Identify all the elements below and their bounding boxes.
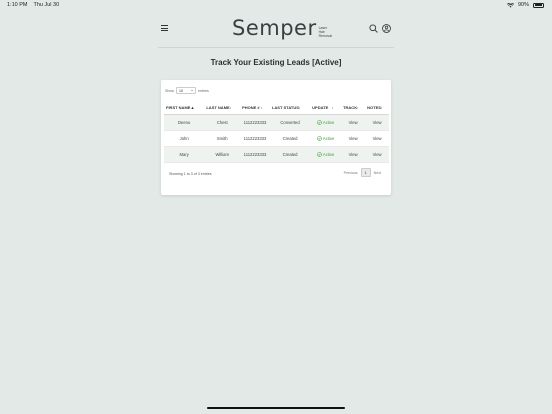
- status-bar: 1:10 PM Thu Jul 30 90%: [0, 0, 552, 12]
- col-last-name[interactable]: LAST NAME:: [204, 102, 241, 115]
- cell-first-name: Mary: [164, 146, 205, 163]
- notes-view-link[interactable]: View: [365, 130, 389, 147]
- next-button[interactable]: Next: [374, 171, 381, 175]
- track-view-link[interactable]: View: [341, 146, 366, 163]
- home-indicator[interactable]: [207, 407, 345, 409]
- search-icon[interactable]: [369, 24, 378, 33]
- cell-phone: 1112223333: [240, 146, 270, 163]
- page-title: Track Your Existing Leads [Active]: [210, 58, 342, 67]
- col-first-name[interactable]: FIRST NAME▲: [164, 102, 205, 115]
- battery-percent: 90%: [517, 2, 529, 8]
- check-circle-icon: [317, 135, 322, 141]
- table-header-row: FIRST NAME▲ LAST NAME: PHONE # : LAST ST…: [164, 102, 389, 115]
- cell-update[interactable]: Active: [310, 114, 342, 131]
- notes-view-link[interactable]: View: [365, 114, 389, 131]
- cell-status: Created: [269, 130, 311, 147]
- col-track[interactable]: TRACK:: [341, 102, 366, 115]
- entries-control: Show 10 entries: [165, 87, 209, 94]
- table-row: Mary William 1112223333 Created Active V…: [164, 146, 389, 163]
- table-row: Deenu Chest 1112223333 Converted Active …: [164, 114, 389, 131]
- col-phone[interactable]: PHONE # :: [240, 102, 270, 115]
- user-icon[interactable]: [382, 24, 391, 33]
- check-circle-icon: [317, 119, 322, 125]
- col-update[interactable]: UPDATE :: [310, 102, 342, 115]
- leads-card: Show 10 entries FIRST NAME▲ LAST NAME: P…: [161, 80, 391, 195]
- battery-icon: [533, 2, 544, 8]
- status-date: Thu Jul 30: [33, 2, 60, 8]
- logo-word: Semper: [232, 16, 317, 40]
- wifi-icon: [506, 2, 514, 8]
- previous-button[interactable]: Previous: [344, 171, 358, 175]
- track-view-link[interactable]: View: [341, 130, 366, 147]
- cell-update[interactable]: Active: [310, 146, 342, 163]
- cell-last-name: Chest: [204, 114, 241, 131]
- col-notes[interactable]: NOTES:: [365, 102, 389, 115]
- page-1-button[interactable]: 1: [360, 168, 371, 177]
- cell-last-name: William: [204, 146, 241, 163]
- cell-first-name: John: [164, 130, 205, 147]
- pagination: Previous 1 Next: [344, 168, 381, 177]
- menu-icon[interactable]: [161, 25, 168, 31]
- show-label: Show: [165, 88, 174, 93]
- leads-table: FIRST NAME▲ LAST NAME: PHONE # : LAST ST…: [164, 102, 389, 163]
- cell-status: Converted: [269, 114, 311, 131]
- entries-select[interactable]: 10: [176, 87, 196, 94]
- cell-phone: 1112223333: [240, 114, 270, 131]
- notes-view-link[interactable]: View: [365, 146, 389, 163]
- status-time: 1:10 PM: [7, 2, 28, 8]
- logo-tagline: Laser Hair Removal: [318, 26, 332, 38]
- cell-phone: 1112223333: [240, 130, 270, 147]
- cell-update[interactable]: Active: [310, 130, 342, 147]
- col-last-status[interactable]: LAST STATUS:: [269, 102, 311, 115]
- cell-first-name: Deenu: [164, 114, 205, 131]
- cell-last-name: Smith: [204, 130, 241, 147]
- table-row: John Smith 1112223333 Created Active Vie…: [164, 130, 389, 147]
- entries-label: entries: [198, 88, 209, 93]
- app-header: Semper Laser Hair Removal: [158, 14, 394, 48]
- track-view-link[interactable]: View: [341, 114, 366, 131]
- table-info: Showing 1 to 3 of 3 entries: [169, 172, 212, 176]
- check-circle-icon: [317, 151, 322, 157]
- cell-status: Created: [269, 146, 311, 163]
- logo: Semper Laser Hair Removal: [232, 16, 332, 40]
